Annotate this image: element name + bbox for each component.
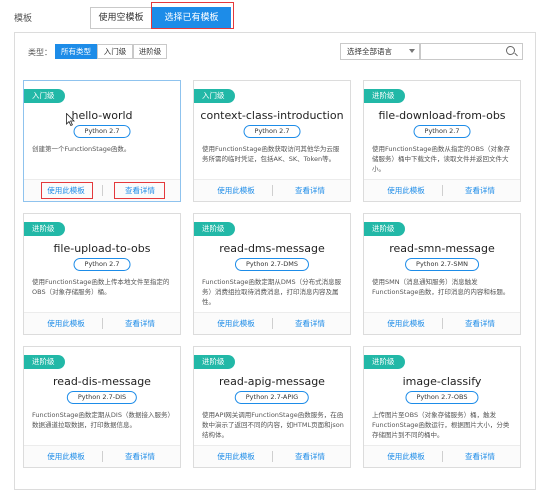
view-details-link[interactable]: 查看详情 (280, 318, 340, 329)
level-badge: 入门级 (194, 89, 235, 103)
template-card-file-upload-to-obs[interactable]: 进阶级 file-upload-to-obs Python 2.7 使用Func… (23, 213, 181, 335)
level-badge: 进阶级 (194, 222, 235, 236)
footer-divider (102, 185, 103, 196)
footer-divider (442, 318, 443, 329)
card-footer: 使用此模板 查看详情 (24, 312, 180, 334)
card-title: read-dms-message (219, 242, 325, 255)
template-card-image-classify[interactable]: 进阶级 image-classify Python 2.7-OBS 上传图片至O… (363, 346, 521, 468)
footer-divider (102, 318, 103, 329)
view-details-link[interactable]: 查看详情 (450, 451, 510, 462)
view-details-link[interactable]: 查看详情 (280, 451, 340, 462)
template-card-read-dms-message[interactable]: 进阶级 read-dms-message Python 2.7-DMS Func… (193, 213, 351, 335)
footer-divider (442, 185, 443, 196)
template-card-read-apig-message[interactable]: 进阶级 read-apig-message Python 2.7-APIG 使用… (193, 346, 351, 468)
runtime-tag: Python 2.7 (413, 125, 471, 138)
level-badge: 进阶级 (24, 222, 65, 236)
use-template-link[interactable]: 使用此模板 (206, 318, 266, 329)
card-footer: 使用此模板 查看详情 (364, 179, 520, 201)
runtime-tag: Python 2.7-DMS (234, 258, 310, 271)
card-footer: 使用此模板 查看详情 (194, 445, 350, 467)
filter-all-types[interactable]: 所有类型 (55, 44, 97, 59)
tab-existing-highlight (151, 2, 234, 29)
runtime-tag: Python 2.7-APIG (234, 391, 310, 404)
use-template-link[interactable]: 使用此模板 (376, 451, 436, 462)
filter-type-label: 类型： (28, 48, 52, 57)
mouse-cursor-icon (66, 113, 75, 126)
card-description: 使用SMN（消息通知服务）消息触发FunctionStage函数，打印消息的内容… (372, 278, 510, 296)
card-footer: 使用此模板 查看详情 (194, 179, 350, 201)
template-header: 模板 使用空模板 选择已有模板 (0, 0, 545, 30)
template-label: 模板 (14, 14, 33, 24)
card-description: FunctionStage函数定期从DMS（分布式消息服务）消费组拉取待消费消息… (202, 278, 342, 306)
view-details-link[interactable]: 查看详情 (110, 318, 170, 329)
card-title: hello-world (71, 109, 133, 122)
card-footer: 使用此模板 查看详情 (24, 179, 180, 201)
use-template-highlight (41, 182, 93, 199)
search-icon[interactable] (506, 46, 515, 55)
card-title: context-class-introduction (200, 109, 344, 122)
card-title: read-smn-message (389, 242, 495, 255)
use-template-link[interactable]: 使用此模板 (206, 185, 266, 196)
template-card-read-dis-message[interactable]: 进阶级 read-dis-message Python 2.7-DIS Func… (23, 346, 181, 468)
footer-divider (102, 451, 103, 462)
tab-blank-template[interactable]: 使用空模板 (90, 7, 152, 29)
level-badge: 进阶级 (194, 355, 235, 369)
footer-divider (272, 318, 273, 329)
template-card-read-smn-message[interactable]: 进阶级 read-smn-message Python 2.7-SMN 使用SM… (363, 213, 521, 335)
card-title: file-download-from-obs (378, 109, 506, 122)
language-select[interactable]: 选择全部语言 (340, 43, 420, 60)
footer-divider (272, 451, 273, 462)
filter-advanced-level[interactable]: 进阶级 (133, 44, 167, 59)
level-badge: 进阶级 (364, 222, 405, 236)
card-description: 使用API网关调用FunctionStage函数服务，在函数中演示了返回不同的内… (202, 411, 344, 439)
use-template-link[interactable]: 使用此模板 (36, 451, 96, 462)
runtime-tag: Python 2.7-OBS (405, 391, 479, 404)
template-card-hello-world[interactable]: 入门级 hello-world Python 2.7 创建第一个Function… (23, 80, 181, 202)
use-template-link[interactable]: 使用此模板 (376, 318, 436, 329)
template-card-file-download-from-obs[interactable]: 进阶级 file-download-from-obs Python 2.7 使用… (363, 80, 521, 202)
card-description: 使用FunctionStage函数从指定的OBS（对象存储服务）桶中下载文件，读… (372, 145, 511, 173)
card-description: 上传图片至OBS（对象存储服务）桶，触发FunctionStage函数运行，根据… (372, 411, 510, 439)
runtime-tag: Python 2.7-DIS (66, 391, 138, 404)
use-template-link[interactable]: 使用此模板 (206, 451, 266, 462)
view-details-link[interactable]: 查看详情 (280, 185, 340, 196)
card-description: 使用FunctionStage函数获取访问其他华为云服务所需的临时凭证，包括AK… (202, 145, 340, 163)
footer-divider (272, 185, 273, 196)
level-badge: 入门级 (24, 89, 65, 103)
card-footer: 使用此模板 查看详情 (364, 445, 520, 467)
card-footer: 使用此模板 查看详情 (24, 445, 180, 467)
use-template-link[interactable]: 使用此模板 (376, 185, 436, 196)
card-title: file-upload-to-obs (53, 242, 151, 255)
card-title: read-apig-message (219, 375, 325, 388)
footer-divider (442, 451, 443, 462)
level-badge: 进阶级 (364, 355, 405, 369)
card-description: 创建第一个FunctionStage函数。 (32, 145, 131, 153)
card-footer: 使用此模板 查看详情 (194, 312, 350, 334)
card-description: 使用FunctionStage函数上传本地文件至指定的OBS（对象存储服务）桶。 (32, 278, 170, 296)
template-card-context-class-introduction[interactable]: 入门级 context-class-introduction Python 2.… (193, 80, 351, 202)
card-description: FunctionStage函数定期从DIS（数据接入服务）数据通道拉取数据，打印… (32, 411, 174, 429)
card-title: read-dis-message (53, 375, 151, 388)
view-details-highlight (114, 182, 165, 199)
runtime-tag: Python 2.7 (243, 125, 301, 138)
card-footer: 使用此模板 查看详情 (364, 312, 520, 334)
runtime-tag: Python 2.7-SMN (405, 258, 479, 271)
view-details-link[interactable]: 查看详情 (450, 185, 510, 196)
runtime-tag: Python 2.7 (73, 125, 131, 138)
view-details-link[interactable]: 查看详情 (450, 318, 510, 329)
chevron-down-icon (409, 49, 415, 53)
level-badge: 进阶级 (24, 355, 65, 369)
card-title: image-classify (402, 375, 482, 388)
runtime-tag: Python 2.7 (73, 258, 131, 271)
filter-entry-level[interactable]: 入门级 (97, 44, 133, 59)
view-details-link[interactable]: 查看详情 (110, 451, 170, 462)
level-badge: 进阶级 (364, 89, 405, 103)
use-template-link[interactable]: 使用此模板 (36, 318, 96, 329)
